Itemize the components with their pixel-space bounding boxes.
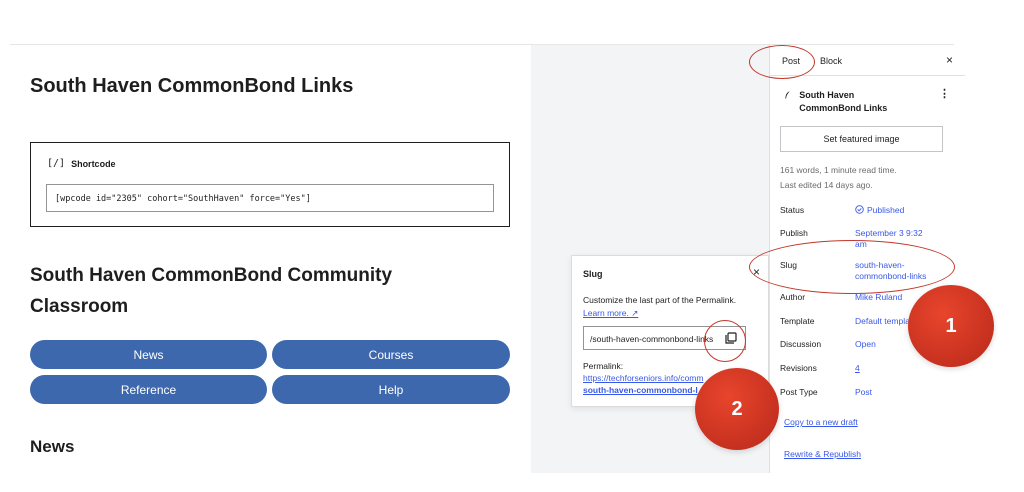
more-options-icon[interactable]: ⋮	[939, 87, 950, 100]
permalink-label: Permalink:	[583, 361, 624, 371]
post-summary: South Haven CommonBond Links	[784, 89, 904, 115]
step-2-badge: 2	[695, 368, 779, 450]
editor-canvas: South Haven CommonBond Links [/] Shortco…	[10, 45, 530, 473]
revisions-value[interactable]: 4	[855, 363, 860, 374]
copy-button-highlight	[704, 320, 746, 362]
discussion-value[interactable]: Open	[855, 339, 876, 350]
set-featured-image-button[interactable]: Set featured image	[780, 126, 943, 152]
rewrite-republish-link[interactable]: Rewrite & Republish	[784, 449, 861, 459]
status-value[interactable]: Published	[855, 205, 904, 216]
step-1-badge: 1	[908, 285, 994, 367]
post-tab-highlight	[749, 45, 815, 79]
post-meta: 161 words, 1 minute read time. Last edit…	[780, 165, 897, 190]
slug-description: Customize the last part of the Permalink…	[583, 295, 737, 318]
post-type-value[interactable]: Post	[855, 387, 872, 398]
news-button[interactable]: News	[30, 340, 267, 369]
shortcode-block[interactable]: [/] Shortcode [wpcode id="2305" cohort="…	[30, 142, 510, 227]
tab-block[interactable]: Block	[820, 56, 842, 66]
slug-popover-title: Slug	[583, 269, 603, 279]
check-circle-icon	[855, 205, 864, 214]
news-heading[interactable]: News	[30, 437, 74, 457]
help-button[interactable]: Help	[272, 375, 510, 404]
section-heading[interactable]: South Haven CommonBond Community Classro…	[30, 260, 450, 322]
template-value[interactable]: Default templa	[855, 316, 910, 327]
copy-to-draft-link[interactable]: Copy to a new draft	[784, 417, 858, 427]
shortcode-icon: [/]	[47, 158, 66, 169]
feather-icon	[785, 91, 790, 99]
slug-highlight	[749, 240, 955, 294]
shortcode-label: [/] Shortcode	[47, 158, 116, 169]
close-icon[interactable]: ×	[946, 53, 953, 67]
learn-more-link[interactable]: Learn more. ↗	[583, 308, 638, 318]
courses-button[interactable]: Courses	[272, 340, 510, 369]
reference-button[interactable]: Reference	[30, 375, 267, 404]
shortcode-input[interactable]: [wpcode id="2305" cohort="SouthHaven" fo…	[46, 184, 494, 212]
sidebar-post-title: South Haven CommonBond Links	[799, 90, 888, 113]
post-title[interactable]: South Haven CommonBond Links	[30, 75, 353, 98]
